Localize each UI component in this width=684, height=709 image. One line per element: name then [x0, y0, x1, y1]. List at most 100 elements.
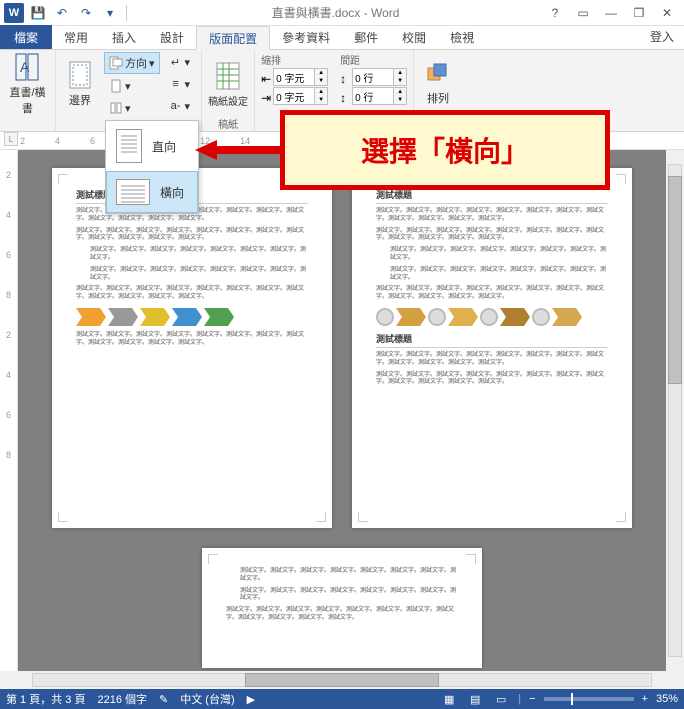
scrollbar-thumb[interactable] [668, 176, 682, 384]
columns-icon [109, 101, 123, 115]
tab-stop-selector[interactable]: L [4, 132, 18, 146]
ruler-tick: 4 [55, 136, 60, 146]
orientation-landscape-item[interactable]: 橫向 [106, 171, 198, 213]
body-text: 測試文字。測試文字。測試文字。測試文字。測試文字。測試文字。測試文字。測試文字。… [76, 228, 308, 244]
orientation-button[interactable]: 方向 ▾ [104, 52, 160, 74]
zoom-slider[interactable] [544, 697, 634, 701]
word-logo-icon: W [4, 3, 24, 23]
tab-page-layout[interactable]: 版面配置 [196, 26, 270, 50]
text-direction-label: 直書/橫書 [5, 84, 51, 116]
qat-customize-button[interactable]: ▾ [100, 3, 120, 23]
space-before-spinner[interactable]: ▲▼ [352, 68, 407, 86]
horizontal-scrollbar[interactable] [18, 671, 666, 689]
space-before-icon: ↕ [340, 72, 350, 82]
indent-left-spinner[interactable]: ▲▼ [273, 68, 328, 86]
hyphenation-icon: a- [169, 99, 183, 113]
page-1: 測試標題 測試文字。測試文字。測試文字。測試文字。測試文字。測試文字。測試文字。… [52, 168, 332, 528]
body-text: 測試文字。測試文字。測試文字。測試文字。測試文字。測試文字。測試文字。測試文字。 [240, 588, 458, 604]
manuscript-label: 稿紙設定 [208, 93, 248, 108]
arrange-button[interactable]: 排列 [420, 52, 456, 116]
ruler-tick: 2 [20, 136, 25, 146]
tab-mailings[interactable]: 郵件 [342, 25, 390, 49]
indent-right-input[interactable] [274, 91, 314, 102]
document-title: 直書與橫書.docx - Word [129, 4, 542, 21]
print-layout-button[interactable]: ▤ [466, 692, 484, 706]
document-canvas[interactable]: 測試標題 測試文字。測試文字。測試文字。測試文字。測試文字。測試文字。測試文字。… [18, 150, 666, 671]
indent-right-spinner[interactable]: ▲▼ [273, 87, 328, 105]
body-text: 測試文字。測試文字。測試文字。測試文字。測試文字。測試文字。測試文字。測試文字。… [226, 607, 458, 623]
zoom-out-button[interactable]: − [529, 693, 535, 705]
spinner-up-icon[interactable]: ▲ [315, 69, 327, 77]
spinner-up-icon[interactable]: ▲ [394, 69, 406, 77]
manuscript-button[interactable]: 稿紙設定 [208, 52, 248, 116]
tab-insert[interactable]: 插入 [100, 25, 148, 49]
zoom-in-button[interactable]: + [642, 693, 648, 705]
manuscript-icon [215, 61, 241, 91]
orientation-label: 方向 [125, 55, 147, 71]
read-mode-button[interactable]: ▦ [440, 692, 458, 706]
tab-view[interactable]: 檢視 [438, 25, 486, 49]
portrait-label: 直向 [152, 138, 176, 155]
sign-in-button[interactable]: 登入 [640, 24, 684, 49]
text-direction-button[interactable]: A 直書/橫書 [5, 52, 51, 116]
save-button[interactable]: 💾 [28, 3, 48, 23]
undo-button[interactable]: ↶ [52, 3, 72, 23]
breaks-icon: ↵ [169, 55, 183, 69]
crop-mark-icon [616, 174, 626, 184]
margins-icon [68, 60, 92, 90]
help-button[interactable]: ? [542, 3, 568, 23]
proofing-icon[interactable]: ✎ [159, 693, 168, 706]
body-text: 測試文字。測試文字。測試文字。測試文字。測試文字。測試文字。測試文字。測試文字。… [376, 352, 608, 368]
tab-references[interactable]: 參考資料 [270, 25, 342, 49]
arrange-icon [426, 62, 450, 88]
redo-button[interactable]: ↷ [76, 3, 96, 23]
vertical-scrollbar[interactable] [666, 150, 684, 671]
portrait-page-icon [116, 129, 142, 163]
zoom-handle[interactable] [571, 693, 573, 705]
tab-file[interactable]: 檔案 [0, 25, 52, 49]
callout-arrow-icon [195, 140, 285, 160]
text-direction-icon: A [14, 52, 42, 82]
landscape-label: 橫向 [160, 184, 184, 201]
scrollbar-thumb[interactable] [245, 673, 439, 687]
ruler-tick: 2 [6, 170, 11, 180]
language-indicator[interactable]: 中文 (台灣) [180, 691, 234, 707]
space-before-input[interactable] [353, 72, 393, 83]
spinner-down-icon[interactable]: ▼ [315, 77, 327, 85]
restore-button[interactable]: ❐ [626, 3, 652, 23]
body-text: 測試文字。測試文字。測試文字。測試文字。測試文字。測試文字。測試文字。測試文字。… [376, 228, 608, 244]
web-layout-button[interactable]: ▭ [492, 692, 510, 706]
word-count[interactable]: 2216 個字 [97, 691, 147, 707]
heading: 測試標題 [376, 188, 608, 204]
page-3: 測試文字。測試文字。測試文字。測試文字。測試文字。測試文字。測試文字。測試文字。… [202, 548, 482, 668]
zoom-value[interactable]: 35% [656, 693, 678, 705]
body-text: 測試文字。測試文字。測試文字。測試文字。測試文字。測試文字。測試文字。測試文字。… [376, 372, 608, 388]
status-bar: 第 1 頁，共 3 頁 2216 個字 ✎ 中文 (台灣) ▶ ▦ ▤ ▭ | … [0, 689, 684, 709]
macro-icon[interactable]: ▶ [247, 693, 255, 706]
tab-home[interactable]: 常用 [52, 25, 100, 49]
spinner-up-icon[interactable]: ▲ [315, 88, 327, 96]
tab-design[interactable]: 設計 [148, 25, 196, 49]
margins-button[interactable]: 邊界 [62, 52, 98, 116]
columns-button[interactable]: ▾ [104, 98, 160, 118]
line-numbers-button[interactable]: ≡▾ [164, 74, 196, 94]
spinner-down-icon[interactable]: ▼ [394, 77, 406, 85]
space-after-input[interactable] [353, 91, 393, 102]
spinner-up-icon[interactable]: ▲ [394, 88, 406, 96]
space-after-spinner[interactable]: ▲▼ [352, 87, 407, 105]
vertical-ruler[interactable]: 24682468 [0, 150, 18, 671]
page-indicator[interactable]: 第 1 頁，共 3 頁 [6, 691, 85, 707]
body-text: 測試文字。測試文字。測試文字。測試文字。測試文字。測試文字。測試文字。測試文字。… [376, 208, 608, 224]
indent-left-input[interactable] [274, 72, 314, 83]
minimize-button[interactable]: — [598, 3, 624, 23]
ribbon-display-options-button[interactable]: ▭ [570, 3, 596, 23]
orientation-portrait-item[interactable]: 直向 [106, 121, 198, 171]
size-button[interactable]: ▾ [104, 76, 160, 96]
spinner-down-icon[interactable]: ▼ [315, 96, 327, 104]
hyphenation-button[interactable]: a-▾ [164, 96, 196, 116]
spinner-down-icon[interactable]: ▼ [394, 96, 406, 104]
close-button[interactable]: ✕ [654, 3, 680, 23]
breaks-button[interactable]: ↵▾ [164, 52, 196, 72]
tab-review[interactable]: 校閱 [390, 25, 438, 49]
body-text: 測試文字。測試文字。測試文字。測試文字。測試文字。測試文字。測試文字。測試文字。… [376, 286, 608, 302]
